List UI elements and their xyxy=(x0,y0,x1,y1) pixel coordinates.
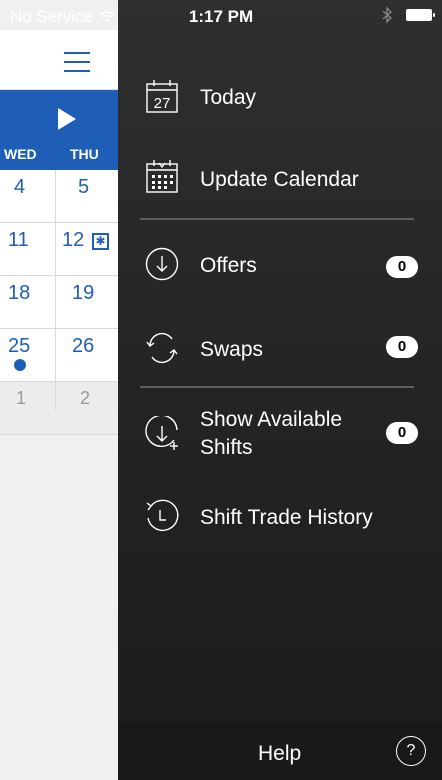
starred-event-icon: ✱ xyxy=(92,233,109,250)
day-header-thu: THU xyxy=(70,146,99,162)
calendar-day[interactable]: 4 xyxy=(14,176,25,199)
svg-text:27: 27 xyxy=(154,95,171,112)
menu-label-show-available: Show Available xyxy=(200,408,343,431)
menu-label-today: Today xyxy=(200,86,257,109)
calendar-day[interactable]: 1 xyxy=(16,388,26,409)
bluetooth-icon xyxy=(382,7,392,23)
next-month-arrow-icon[interactable] xyxy=(58,108,76,130)
available-shifts-icon xyxy=(145,416,178,450)
calendar-month-bar: WED THU xyxy=(0,90,118,170)
status-time: 1:17 PM xyxy=(188,7,254,26)
help-footer: Help ? xyxy=(118,722,442,780)
calendar-day[interactable]: 5 xyxy=(78,176,89,199)
calendar-panel: WED THU 4 5 11 12 ✱ 18 19 25 26 1 2 xyxy=(0,0,118,780)
status-bar: No Service 1:17 PM xyxy=(0,0,442,40)
calendar-day[interactable]: 25 xyxy=(8,335,30,358)
history-clock-icon xyxy=(146,499,179,531)
menu-item-update-calendar[interactable]: Update Calendar xyxy=(118,142,442,212)
menu-label-offers: Offers xyxy=(200,254,257,277)
column-divider xyxy=(55,170,56,410)
swaps-count-badge: 0 xyxy=(386,336,418,358)
calendar-day[interactable]: 2 xyxy=(80,388,90,409)
calendar-week-row: 1 2 xyxy=(0,382,118,435)
available-shifts-count-badge: 0 xyxy=(386,422,418,444)
calendar-grid: 4 5 11 12 ✱ 18 19 25 26 1 2 xyxy=(0,170,118,435)
menu-label-update-calendar: Update Calendar xyxy=(200,168,359,191)
swap-arrows-icon xyxy=(146,332,178,364)
calendar-day[interactable]: 26 xyxy=(72,335,94,358)
event-dot-icon xyxy=(14,359,26,371)
download-circle-icon xyxy=(145,247,179,281)
menu-divider xyxy=(140,218,414,220)
menu-label-shifts: Shifts xyxy=(200,436,253,459)
hamburger-menu-icon[interactable] xyxy=(64,52,90,72)
calendar-week-row: 25 26 xyxy=(0,329,118,382)
calendar-day[interactable]: 18 xyxy=(8,282,30,305)
calendar-day[interactable]: 19 xyxy=(72,282,94,305)
menu-item-show-available-shifts[interactable]: Show Available Shifts 0 xyxy=(118,398,442,478)
calendar-week-row: 11 12 ✱ xyxy=(0,223,118,276)
day-header-wed: WED xyxy=(4,146,37,162)
help-button[interactable]: Help xyxy=(258,742,301,766)
menu-item-shift-trade-history[interactable]: Shift Trade History xyxy=(118,482,442,552)
menu-label-swaps: Swaps xyxy=(200,338,264,361)
menu-item-offers[interactable]: Offers 0 xyxy=(118,230,442,300)
status-right xyxy=(382,7,435,23)
calendar-day[interactable]: 11 xyxy=(8,229,29,252)
calendar-week-row: 4 5 xyxy=(0,170,118,223)
update-calendar-icon xyxy=(146,160,178,193)
offers-count-badge: 0 xyxy=(386,256,418,278)
menu-divider xyxy=(140,386,414,388)
side-menu: 27 Today Update Calendar Offers 0 Swaps … xyxy=(118,0,442,780)
battery-icon xyxy=(406,9,435,21)
help-question-icon[interactable]: ? xyxy=(396,736,426,766)
menu-item-swaps[interactable]: Swaps 0 xyxy=(118,312,442,382)
calendar-day-icon: 27 xyxy=(146,80,178,113)
calendar-week-row: 18 19 xyxy=(0,276,118,329)
menu-item-today[interactable]: 27 Today xyxy=(118,62,442,132)
calendar-day[interactable]: 12 xyxy=(62,229,84,252)
menu-label-shift-trade-history: Shift Trade History xyxy=(200,506,373,529)
